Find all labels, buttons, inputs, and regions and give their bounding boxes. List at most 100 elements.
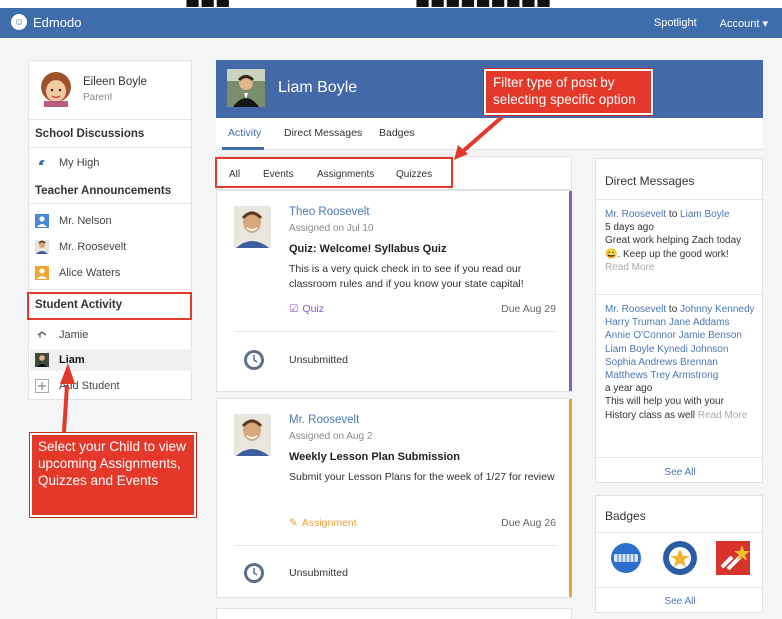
badges-see-all-link[interactable]: See All [596,596,764,607]
sidebar-item-liam[interactable]: Liam [30,349,192,371]
profile-tabs: Activity Direct Messages Badges [216,118,763,150]
messages-see-all-link[interactable]: See All [596,467,764,478]
filter-callout: Filter type of post by selecting specifi… [483,68,654,116]
sidebar-item-mr-nelson[interactable]: Mr. Nelson [35,210,191,232]
post-author[interactable]: Theo Roosevelt [289,206,370,218]
direct-messages-heading: Direct Messages [605,174,695,188]
badges-row [611,541,750,575]
message-text: Great work helping Zach today [605,235,742,247]
message-item[interactable]: Mr. Roosevelt to Johnny Kennedy Harry Tr… [605,303,757,422]
sidebar-item-label: Alice Waters [59,267,121,279]
sidebar-item-label: Jamie [59,329,89,341]
sidebar-item-alice-waters[interactable]: Alice Waters [35,262,191,284]
clock-icon [244,563,264,583]
teacher-photo-icon [35,240,49,254]
message-text: . Keep up the good work! [617,248,729,260]
activity-feed: All Events Assignments Quizzes Theo Roos… [216,156,572,619]
teacher-announcements-heading: Teacher Announcements [35,185,172,197]
tab-badges[interactable]: Badges [379,127,415,139]
post-assigned-date: Assigned on Jul 10 [289,223,374,234]
sidebar-item-label: Liam [59,354,85,366]
add-student-button[interactable]: Add Student [35,375,191,397]
post-due-date: Due Aug 26 [501,517,556,529]
quiz-icon: ☑ [289,303,299,315]
submission-status: Unsubmitted [289,567,348,579]
post-assigned-date: Assigned on Aug 2 [289,431,373,442]
badge-icon [716,541,750,575]
child-select-callout: Select your Child to view upcoming Assig… [29,432,197,518]
top-navbar: ☺ Edmodo Spotlight Account ▾ [0,8,782,38]
filter-bar-highlight [215,157,453,188]
student-profile-photo [227,69,265,107]
school-icon [35,156,49,170]
direct-messages-panel: Direct Messages Mr. Roosevelt to Liam Bo… [595,158,764,483]
student-photo-icon [35,353,49,367]
account-menu[interactable]: Account ▾ [720,17,768,30]
parent-name: Eileen Boyle [83,76,147,88]
tab-activity[interactable]: Activity [228,127,261,139]
sidebar-item-label: Mr. Roosevelt [59,241,127,253]
quiz-accent [569,191,572,391]
smiley-emoji-icon: 😀 [605,248,618,260]
message-time: 5 days ago [605,222,654,234]
post-card-assignment[interactable]: Mr. Roosevelt Assigned on Aug 2 Weekly L… [216,398,572,598]
submission-status: Unsubmitted [289,354,348,366]
post-due-date: Due Aug 29 [501,303,556,315]
assignment-icon: ✎ [289,517,298,529]
badge-icon [611,543,641,573]
left-sidebar: Eileen Boyle Parent School Discussions M… [28,60,193,400]
badges-panel: Badges See All [595,495,764,613]
post-title[interactable]: Weekly Lesson Plan Submission [289,451,460,463]
top-nav-links: Spotlight Account ▾ [654,17,768,30]
post-type-label: Assignment [301,517,357,529]
tab-direct-messages[interactable]: Direct Messages [284,127,362,139]
badges-heading: Badges [605,509,646,523]
message-sender[interactable]: Mr. Roosevelt [605,304,666,315]
sidebar-item-my-high[interactable]: My High [35,152,191,174]
post-card-quiz[interactable]: Theo Roosevelt Assigned on Jul 10 Quiz: … [216,190,572,392]
sidebar-item-jamie[interactable]: Jamie [35,324,191,346]
post-body: Submit your Lesson Plans for the week of… [289,471,555,483]
post-type[interactable]: ☑ Quiz [289,303,324,315]
add-student-label: Add Student [59,380,120,392]
read-more-link[interactable]: Read More [605,262,654,273]
message-recipients-more[interactable]: Kennedy Harry Truman Jane Addams Annie O… [605,304,755,381]
badge-icon [663,541,697,575]
teacher-avatar-icon [35,266,49,280]
teacher-photo [234,414,271,456]
teacher-photo [234,206,271,248]
active-tab-indicator [222,147,264,150]
post-author[interactable]: Mr. Roosevelt [289,414,359,426]
message-recipients[interactable]: Johnny [680,304,712,315]
school-discussions-heading: School Discussions [35,128,145,140]
parent-avatar [41,72,71,107]
plus-icon [35,379,49,393]
student-name: Liam Boyle [278,79,358,96]
message-sender[interactable]: Mr. Roosevelt [605,209,666,220]
message-to: to [668,209,678,220]
message-item[interactable]: Mr. Roosevelt to Liam Boyle 5 days ago G… [605,208,757,274]
brand-name: Edmodo [33,14,82,30]
post-title[interactable]: Quiz: Welcome! Syllabus Quiz [289,243,447,255]
teacher-avatar-icon [35,214,49,228]
sidebar-item-mr-roosevelt[interactable]: Mr. Roosevelt [35,236,191,258]
student-avatar-icon [35,328,49,342]
page-caption-fragment: ■■■ ■■■■■■■■■ [0,0,782,8]
read-more-link[interactable]: Read More [698,410,747,421]
brand[interactable]: ☺ Edmodo [11,14,81,30]
post-type-label: Quiz [302,303,325,315]
message-to: to [668,304,678,315]
sidebar-item-label: Mr. Nelson [59,215,112,227]
assignment-accent [569,399,572,597]
post-type[interactable]: ✎ Assignment [289,517,357,529]
profile-block[interactable]: Eileen Boyle Parent [39,71,183,111]
sidebar-item-label: My High [59,157,100,169]
student-activity-highlight [27,292,192,320]
post-body: This is a very quick check in to see if … [289,263,524,290]
edmodo-logo-icon: ☺ [11,14,27,30]
post-card-next[interactable] [216,608,572,619]
message-time: a year ago [605,383,653,395]
spotlight-link[interactable]: Spotlight [654,17,697,30]
message-recipient[interactable]: Liam Boyle [680,209,729,220]
parent-role: Parent [83,92,113,103]
